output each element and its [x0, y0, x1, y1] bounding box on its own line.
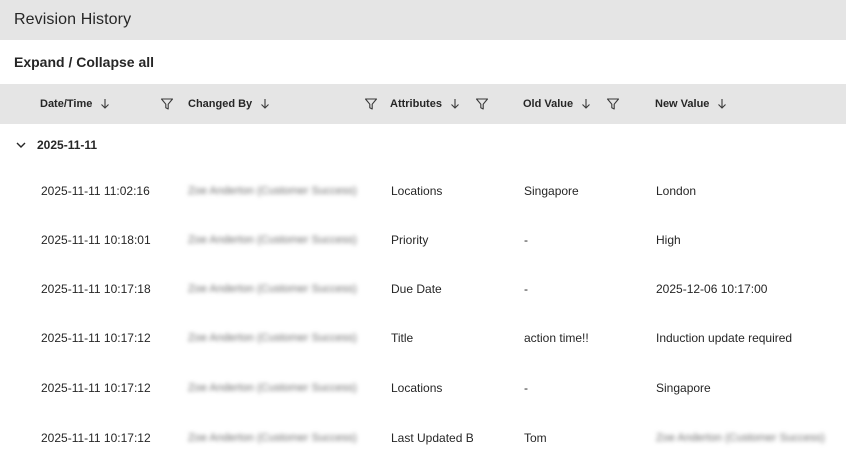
cell-datetime: 2025-11-11 10:18:01 [41, 232, 151, 247]
cell-new-value: High [656, 232, 681, 247]
column-header-label: New Value [655, 98, 710, 110]
cell-datetime: 2025-11-11 10:17:12 [41, 330, 151, 345]
column-header-changed-by[interactable]: Changed By [188, 84, 270, 124]
revision-history-panel: Revision History Expand / Collapse all D… [0, 0, 846, 456]
table-header: Date/Time Changed By Attributes Old Valu… [0, 84, 846, 124]
page-title: Revision History [14, 11, 132, 28]
cell-changed-by: Zoe Anderton (Customer Success) [188, 233, 357, 246]
filter-icon[interactable] [475, 97, 489, 111]
cell-datetime: 2025-11-11 10:17:12 [41, 380, 151, 395]
cell-changed-by: Zoe Anderton (Customer Success) [188, 381, 357, 394]
table-row[interactable]: 2025-11-11 11:02:16 Zoe Anderton (Custom… [0, 166, 846, 215]
filter-icon[interactable] [364, 97, 378, 111]
cell-changed-by: Zoe Anderton (Customer Success) [188, 331, 357, 344]
cell-attribute: Title [391, 330, 414, 345]
cell-old-value: action time!! [524, 330, 589, 345]
arrow-down-icon[interactable] [450, 98, 460, 110]
table-row[interactable]: 2025-11-11 10:18:01 Zoe Anderton (Custom… [0, 215, 846, 264]
table-row[interactable]: 2025-11-11 10:17:12 Zoe Anderton (Custom… [0, 313, 846, 362]
cell-attribute: Locations [391, 380, 443, 395]
column-header-attributes[interactable]: Attributes [390, 84, 460, 124]
cell-old-value: - [524, 281, 528, 296]
column-header-datetime[interactable]: Date/Time [40, 84, 110, 124]
cell-new-value: Zoe Anderton (Customer Success) [656, 431, 825, 444]
filter-icon[interactable] [160, 97, 174, 111]
toolbar: Expand / Collapse all [0, 40, 846, 84]
cell-changed-by: Zoe Anderton (Customer Success) [188, 184, 357, 197]
cell-old-value: - [524, 380, 528, 395]
arrow-down-icon[interactable] [100, 98, 110, 110]
column-header-old-value[interactable]: Old Value [523, 84, 591, 124]
table-row[interactable]: 2025-11-11 10:17:12 Zoe Anderton (Custom… [0, 413, 846, 456]
column-header-label: Date/Time [40, 98, 93, 110]
column-header-label: Changed By [188, 98, 253, 110]
cell-attribute: Last Updated By [391, 430, 473, 445]
cell-new-value: Induction update required [656, 330, 793, 345]
cell-attribute: Due Date [391, 281, 442, 296]
filter-icon[interactable] [606, 97, 620, 111]
title-bar: Revision History [0, 0, 846, 40]
table-row[interactable]: 2025-11-11 10:17:18 Zoe Anderton (Custom… [0, 264, 846, 313]
expand-collapse-all-button[interactable]: Expand / Collapse all [14, 54, 154, 70]
column-header-label: Attributes [390, 98, 442, 110]
arrow-down-icon[interactable] [260, 98, 270, 110]
column-header-new-value[interactable]: New Value [655, 84, 727, 124]
cell-new-value: London [656, 183, 697, 198]
arrow-down-icon[interactable] [581, 98, 591, 110]
cell-changed-by: Zoe Anderton (Customer Success) [188, 282, 357, 295]
cell-datetime: 2025-11-11 10:17:18 [41, 281, 151, 296]
chevron-down-icon[interactable] [15, 139, 27, 151]
cell-datetime: 2025-11-11 11:02:16 [41, 183, 150, 198]
cell-old-value: Singapore [524, 183, 579, 198]
group-row-date[interactable]: 2025-11-11 [0, 124, 846, 166]
cell-datetime: 2025-11-11 10:17:12 [41, 430, 151, 445]
cell-attribute: Priority [391, 232, 429, 247]
cell-old-value: Tom [524, 430, 547, 445]
cell-old-value: - [524, 232, 528, 247]
cell-changed-by: Zoe Anderton (Customer Success) [188, 431, 357, 444]
cell-new-value: Singapore [656, 380, 711, 395]
table-row[interactable]: 2025-11-11 10:17:12 Zoe Anderton (Custom… [0, 363, 846, 412]
group-label: 2025-11-11 [37, 138, 98, 152]
column-header-label: Old Value [523, 98, 574, 110]
cell-attribute: Locations [391, 183, 443, 198]
arrow-down-icon[interactable] [717, 98, 727, 110]
cell-new-value: 2025-12-06 10:17:00 [656, 281, 768, 296]
